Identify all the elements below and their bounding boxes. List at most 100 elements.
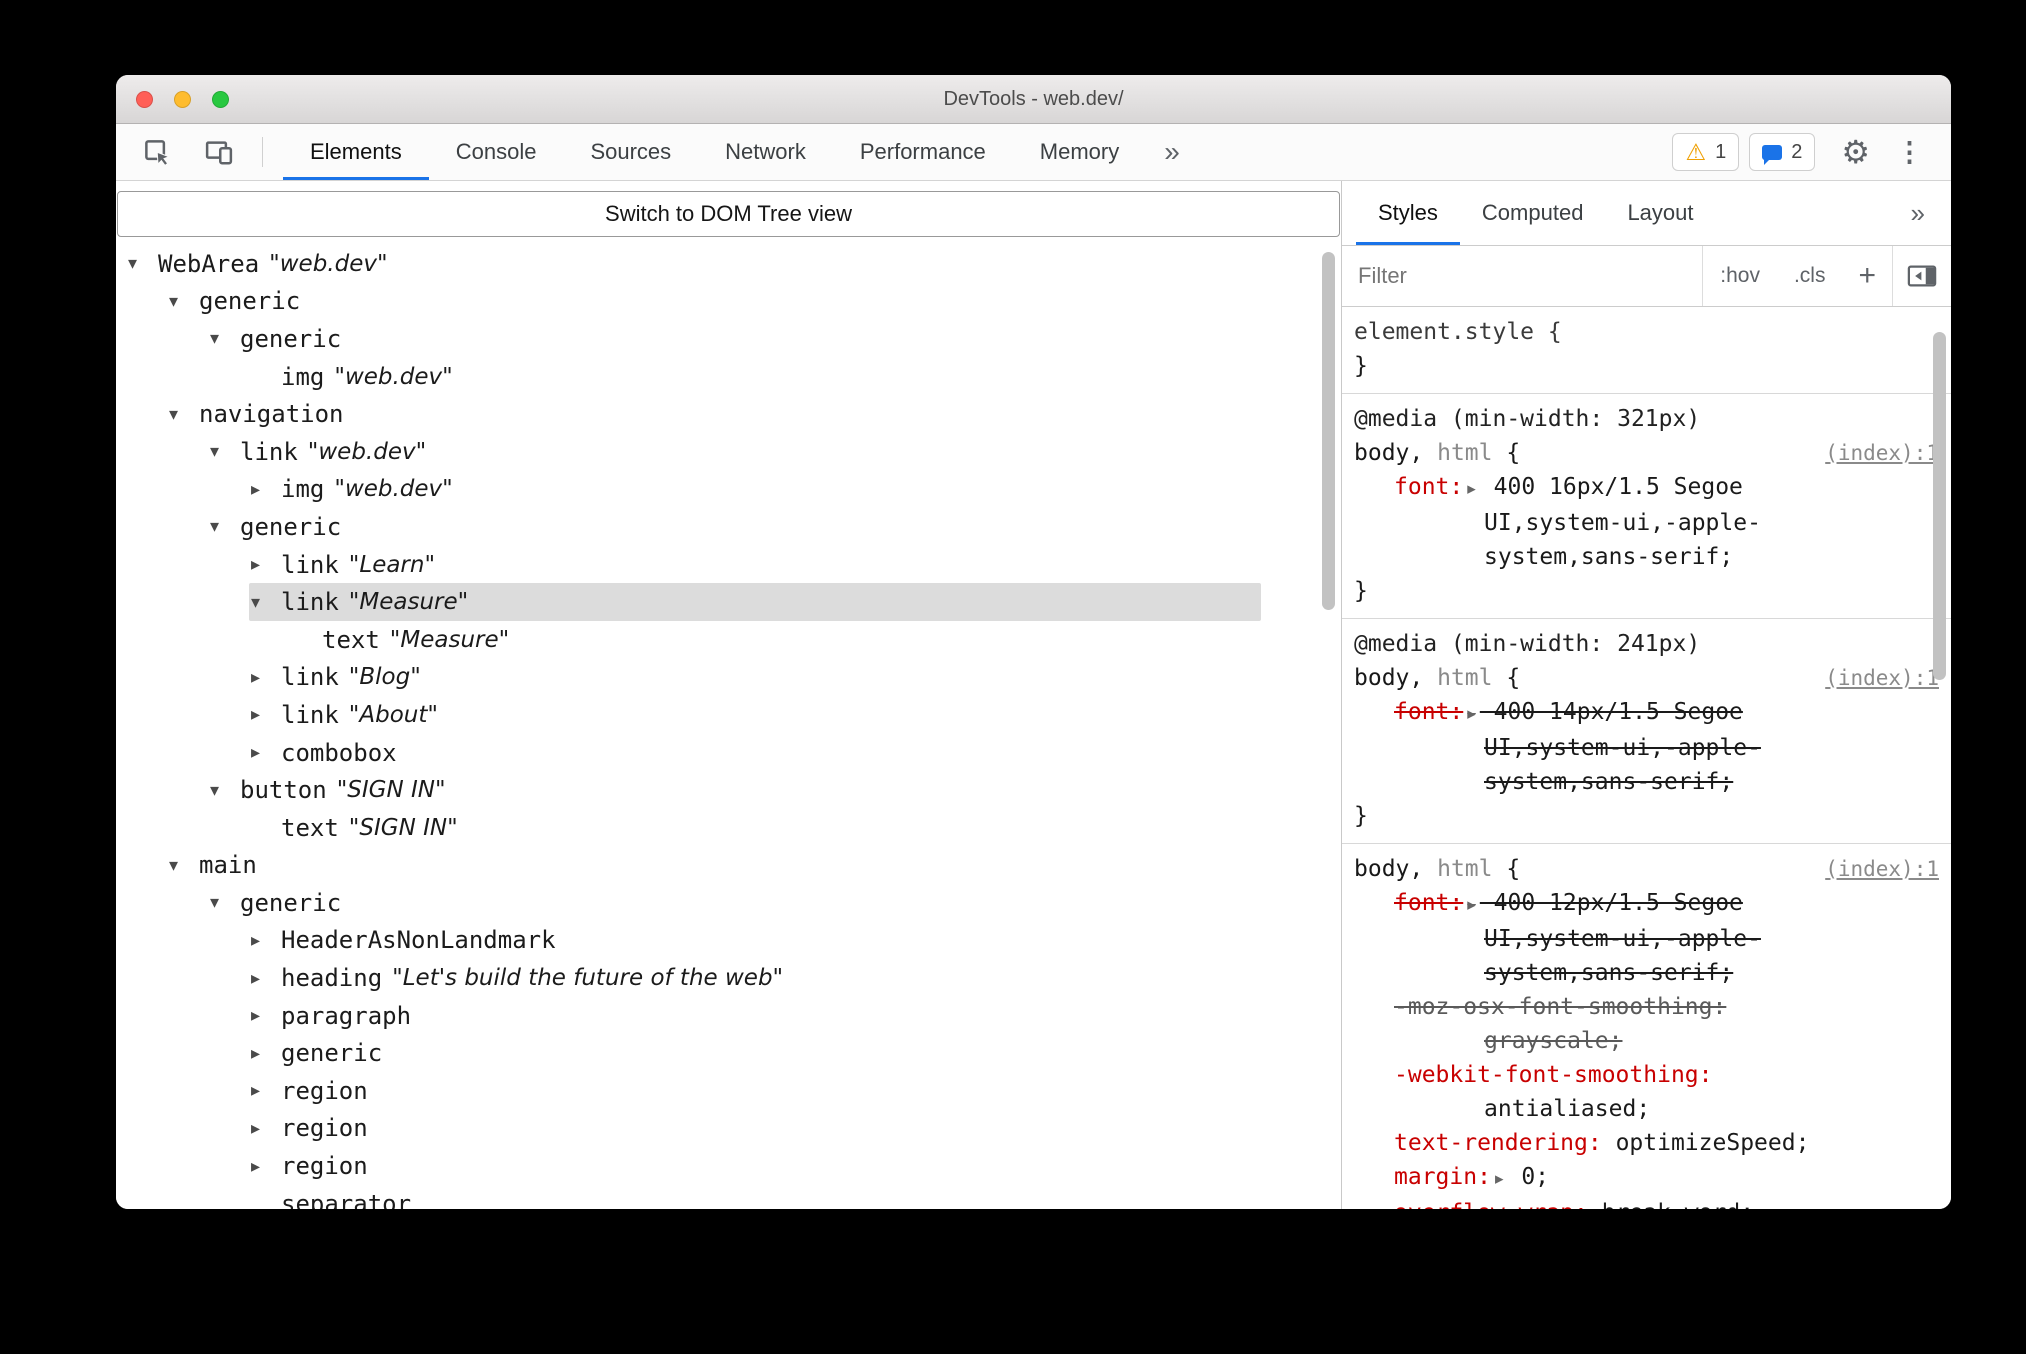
css-property-name[interactable]: margin:	[1394, 1164, 1491, 1190]
tree-row-navigation[interactable]: ▾ navigation	[116, 395, 1261, 433]
tree-row-link[interactable]: ▸ link "Blog"	[116, 659, 1261, 697]
tab-network[interactable]: Network	[698, 124, 833, 180]
css-property-value[interactable]: 400 14px/1.5 Segoe UI,system-ui,-apple-s…	[1480, 699, 1761, 795]
css-declaration[interactable]: font: ▸ 400 12px/1.5 Segoe UI,system-ui,-…	[1354, 886, 1939, 990]
css-property-value[interactable]: grayscale;	[1484, 1028, 1622, 1054]
messages-badge[interactable]: 2	[1749, 133, 1816, 171]
css-property-name[interactable]: font:	[1394, 699, 1463, 725]
stylesheet-source-link[interactable]: (index):1	[1815, 436, 1939, 470]
left-pane-scrollbar[interactable]	[1322, 252, 1335, 610]
tree-row-region[interactable]: ▸ region	[116, 1110, 1261, 1148]
sidebar-more-tabs-icon[interactable]: »	[1885, 181, 1951, 245]
tree-row-region[interactable]: ▸ region	[116, 1072, 1261, 1110]
tree-expanded-icon[interactable]: ▾	[210, 892, 240, 913]
settings-gear-icon[interactable]: ⚙	[1841, 136, 1870, 168]
tree-row-link[interactable]: ▸ link "About"	[116, 696, 1261, 734]
expand-value-icon[interactable]: ▸	[1467, 704, 1476, 724]
css-property-value[interactable]: antialiased;	[1484, 1096, 1650, 1122]
minimize-button[interactable]	[174, 90, 191, 108]
stylesheet-source-link[interactable]: (index):1	[1815, 852, 1939, 886]
tree-row-separator[interactable]: separator	[116, 1185, 1261, 1209]
css-property-value[interactable]: optimizeSpeed;	[1602, 1130, 1810, 1156]
tree-row-headerasnonlandmark[interactable]: ▸ HeaderAsNonLandmark	[116, 922, 1261, 960]
tree-expanded-icon[interactable]: ▾	[210, 516, 240, 537]
tree-collapsed-icon[interactable]: ▸	[251, 1156, 281, 1177]
tree-row-img[interactable]: ▸ img "web.dev"	[116, 471, 1261, 509]
warnings-badge[interactable]: ⚠ 1	[1672, 133, 1740, 171]
tree-row-generic[interactable]: ▾ generic	[116, 508, 1261, 546]
pseudo-state-toggle[interactable]: :hov	[1703, 264, 1777, 288]
css-declaration[interactable]: overflow-wrap: break-word;	[1354, 1196, 1939, 1209]
tree-expanded-icon[interactable]: ▾	[210, 328, 240, 349]
inspect-element-icon[interactable]	[142, 137, 172, 167]
tree-row-link[interactable]: ▸ link "Learn"	[116, 546, 1261, 584]
new-style-rule-button[interactable]: +	[1842, 261, 1892, 291]
sidebar-tab-layout[interactable]: Layout	[1605, 181, 1715, 245]
tab-console[interactable]: Console	[429, 124, 564, 180]
tree-expanded-icon[interactable]: ▾	[210, 441, 240, 462]
expand-value-icon[interactable]: ▸	[1467, 895, 1476, 915]
tree-row-generic[interactable]: ▾ generic	[116, 283, 1261, 321]
css-property-name[interactable]: -moz-osx-font-smoothing:	[1394, 994, 1726, 1020]
tree-collapsed-icon[interactable]: ▸	[251, 742, 281, 763]
css-declaration[interactable]: margin: ▸ 0;	[1354, 1160, 1939, 1196]
css-property-value[interactable]: 0;	[1507, 1164, 1549, 1190]
close-button[interactable]	[136, 90, 153, 108]
sidebar-tab-computed[interactable]: Computed	[1460, 181, 1606, 245]
tree-row-heading[interactable]: ▸ heading "Let's build the future of the w…	[116, 959, 1261, 997]
styles-scrollbar[interactable]	[1933, 332, 1946, 680]
rule-selector[interactable]: body, html {(index):1	[1354, 852, 1939, 886]
tree-collapsed-icon[interactable]: ▸	[251, 1118, 281, 1139]
css-declaration[interactable]: text-rendering: optimizeSpeed;	[1354, 1126, 1939, 1160]
css-declaration[interactable]: -webkit-font-smoothing: antialiased;	[1354, 1058, 1939, 1126]
element-style-selector[interactable]: element.style {	[1354, 315, 1939, 349]
tree-row-region[interactable]: ▸ region	[116, 1147, 1261, 1185]
tab-memory[interactable]: Memory	[1013, 124, 1146, 180]
expand-value-icon[interactable]: ▸	[1495, 1169, 1504, 1189]
tree-row-text[interactable]: text "Measure"	[116, 621, 1261, 659]
tree-collapsed-icon[interactable]: ▸	[251, 479, 281, 500]
tree-expanded-icon[interactable]: ▾	[251, 592, 281, 613]
tree-row-main[interactable]: ▾ main	[116, 847, 1261, 885]
tree-row-paragraph[interactable]: ▸ paragraph	[116, 997, 1261, 1035]
css-property-value[interactable]: 400 12px/1.5 Segoe UI,system-ui,-apple-s…	[1480, 890, 1761, 986]
css-declaration[interactable]: -moz-osx-font-smoothing: grayscale;	[1354, 990, 1939, 1058]
rule-selector[interactable]: body, html {(index):1	[1354, 661, 1939, 695]
tree-collapsed-icon[interactable]: ▸	[251, 968, 281, 989]
tree-expanded-icon[interactable]: ▾	[169, 855, 199, 876]
tree-collapsed-icon[interactable]: ▸	[251, 1005, 281, 1026]
css-property-name[interactable]: -webkit-font-smoothing:	[1394, 1062, 1713, 1088]
css-property-name[interactable]: font:	[1394, 474, 1463, 500]
element-class-toggle[interactable]: .cls	[1777, 264, 1843, 288]
css-property-value[interactable]: break-word;	[1588, 1200, 1754, 1209]
filter-input[interactable]	[1342, 263, 1703, 289]
tree-expanded-icon[interactable]: ▾	[210, 780, 240, 801]
css-property-name[interactable]: font:	[1394, 890, 1463, 916]
tree-expanded-icon[interactable]: ▾	[128, 253, 158, 274]
tab-sources[interactable]: Sources	[563, 124, 698, 180]
tree-row-generic[interactable]: ▾ generic	[116, 884, 1261, 922]
tree-row-webarea[interactable]: ▾ WebArea "web.dev"	[116, 245, 1261, 283]
css-property-name[interactable]: text-rendering:	[1394, 1130, 1602, 1156]
stylesheet-source-link[interactable]: (index):1	[1815, 661, 1939, 695]
overflow-menu-icon[interactable]: ⋮	[1896, 138, 1923, 166]
css-declaration[interactable]: font: ▸ 400 16px/1.5 Segoe UI,system-ui,-…	[1354, 470, 1939, 574]
zoom-button[interactable]	[212, 90, 229, 108]
tree-row-combobox[interactable]: ▸ combobox	[116, 734, 1261, 772]
tab-performance[interactable]: Performance	[833, 124, 1013, 180]
expand-value-icon[interactable]: ▸	[1467, 479, 1476, 499]
switch-dom-tree-button[interactable]: Switch to DOM Tree view	[117, 191, 1340, 237]
tree-collapsed-icon[interactable]: ▸	[251, 554, 281, 575]
sidebar-tab-styles[interactable]: Styles	[1356, 181, 1460, 245]
tree-collapsed-icon[interactable]: ▸	[251, 704, 281, 725]
tree-expanded-icon[interactable]: ▾	[169, 291, 199, 312]
tree-row-generic[interactable]: ▸ generic	[116, 1034, 1261, 1072]
tab-elements[interactable]: Elements	[283, 124, 429, 180]
tree-row-link[interactable]: ▾ link "web.dev"	[116, 433, 1261, 471]
css-property-value[interactable]: 400 16px/1.5 Segoe UI,system-ui,-apple-s…	[1480, 474, 1761, 570]
tree-collapsed-icon[interactable]: ▸	[251, 1080, 281, 1101]
tree-row-img[interactable]: img "web.dev"	[116, 358, 1261, 396]
tree-row-link[interactable]: ▾ link "Measure"	[116, 583, 1261, 621]
title-bar[interactable]: DevTools - web.dev/	[116, 75, 1951, 124]
device-toolbar-icon[interactable]	[204, 137, 234, 167]
